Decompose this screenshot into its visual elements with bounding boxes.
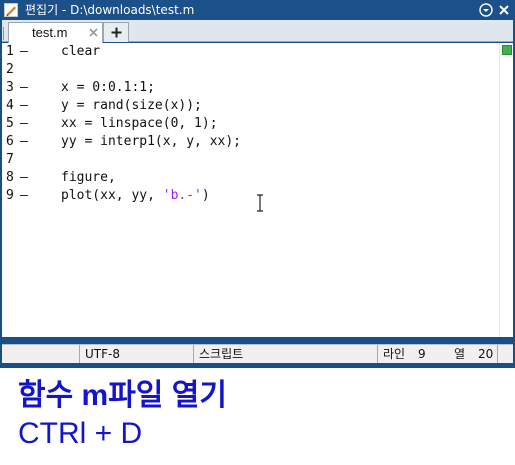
vertical-scrollbar[interactable] bbox=[499, 43, 513, 337]
code-line[interactable]: 9 – plot(xx, yy, 'b.-') bbox=[2, 187, 497, 205]
tab-grip bbox=[3, 27, 8, 40]
line-number: 9 bbox=[6, 188, 14, 203]
code-string-literal: 'b.-' bbox=[162, 188, 202, 203]
status-bar: UTF-8 스크립트 라인 9 열 20 bbox=[2, 344, 513, 363]
tab-test-m[interactable]: test.m bbox=[3, 22, 103, 43]
breakpoint-marker[interactable]: – bbox=[20, 43, 28, 61]
line-number: 1 bbox=[6, 44, 14, 59]
file-type-indicator: 스크립트 bbox=[193, 345, 377, 363]
tab-bar: test.m bbox=[2, 20, 513, 43]
tab-label: test.m bbox=[32, 25, 68, 40]
chevron-down-circle-icon[interactable] bbox=[479, 3, 493, 17]
code-text: xx = linspace(0, 1); bbox=[61, 116, 218, 131]
add-tab-button[interactable] bbox=[103, 22, 129, 42]
code-text: x = 0:0.1:1; bbox=[61, 80, 155, 95]
code-line[interactable]: 4 – y = rand(size(x)); bbox=[2, 97, 497, 115]
caption-title: 함수 m파일 열기 bbox=[18, 379, 227, 412]
breakpoint-marker[interactable]: – bbox=[20, 79, 28, 97]
encoding-indicator: UTF-8 bbox=[79, 345, 193, 363]
breakpoint-marker[interactable]: – bbox=[20, 169, 28, 187]
code-line[interactable]: 1 – clear bbox=[2, 43, 497, 61]
code-text: plot(xx, yy, 'b.-') bbox=[61, 187, 210, 205]
code-line[interactable]: 6 – yy = interp1(x, y, xx); bbox=[2, 133, 497, 151]
editor-window: 편집기 - D:\downloads\test.m test.m 1 – cle… bbox=[0, 0, 515, 368]
line-number: 3 bbox=[6, 80, 14, 95]
line-number: 6 bbox=[6, 134, 14, 149]
code-editor[interactable]: 1 – clear 2 3 – x = 0:0.1:1; 4 – y = ran… bbox=[2, 43, 513, 337]
code-line[interactable]: 7 bbox=[2, 151, 497, 169]
caption-overlay: 함수 m파일 열기 CTRl + D bbox=[0, 368, 515, 465]
caption-shortcut: CTRl + D bbox=[18, 417, 143, 450]
code-line[interactable]: 8 – figure, bbox=[2, 169, 497, 187]
code-line[interactable]: 3 – x = 0:0.1:1; bbox=[2, 79, 497, 97]
code-text: y = rand(size(x)); bbox=[61, 98, 202, 113]
edit-pencil-icon bbox=[4, 3, 18, 17]
text-cursor-icon bbox=[257, 194, 263, 212]
column-value: 20 bbox=[478, 347, 494, 361]
resize-grip[interactable] bbox=[497, 345, 513, 363]
column-label: 열 bbox=[454, 347, 466, 361]
breakpoint-marker[interactable]: – bbox=[20, 115, 28, 133]
line-value: 9 bbox=[418, 347, 426, 361]
line-number: 7 bbox=[6, 152, 14, 167]
code-line[interactable]: 2 bbox=[2, 61, 497, 79]
close-icon[interactable] bbox=[88, 27, 99, 38]
code-text: figure, bbox=[61, 170, 116, 185]
line-number: 5 bbox=[6, 116, 14, 131]
close-icon[interactable] bbox=[497, 3, 511, 17]
title-bar[interactable]: 편집기 - D:\downloads\test.m bbox=[0, 0, 515, 20]
breakpoint-marker[interactable]: – bbox=[20, 133, 28, 151]
line-number: 2 bbox=[6, 62, 14, 77]
line-number: 4 bbox=[6, 98, 14, 113]
plus-icon bbox=[111, 27, 122, 38]
code-call-close: ) bbox=[201, 188, 210, 203]
line-number: 8 bbox=[6, 170, 14, 185]
code-call: plot(xx, yy, bbox=[61, 188, 163, 203]
line-label: 라인 bbox=[377, 345, 413, 363]
code-text: clear bbox=[61, 44, 101, 59]
code-text: yy = interp1(x, y, xx); bbox=[61, 134, 242, 149]
window-title: 편집기 - D:\downloads\test.m bbox=[25, 3, 195, 17]
code-analyzer-ok-icon[interactable] bbox=[502, 45, 512, 55]
breakpoint-marker[interactable]: – bbox=[20, 187, 28, 205]
breakpoint-marker[interactable]: – bbox=[20, 97, 28, 115]
code-line[interactable]: 5 – xx = linspace(0, 1); bbox=[2, 115, 497, 133]
